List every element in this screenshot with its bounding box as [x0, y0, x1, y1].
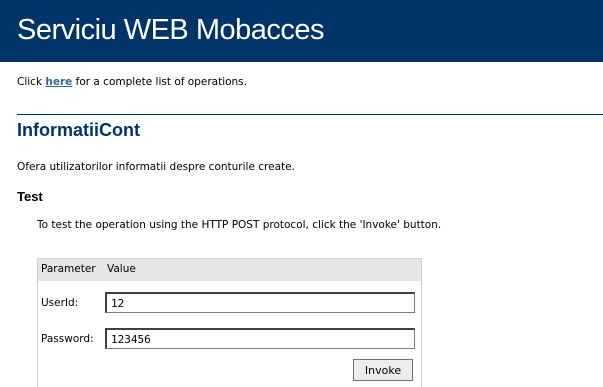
userid-label: UserId:: [41, 297, 79, 309]
intro-prefix: Click: [17, 76, 43, 88]
page-title: Serviciu WEB Mobacces: [17, 14, 325, 46]
test-heading: Test: [17, 189, 43, 204]
operation-title: InformatiiCont: [17, 120, 140, 140]
test-instructions: To test the operation using the HTTP POS…: [37, 219, 442, 231]
password-input[interactable]: [105, 328, 415, 349]
invoke-form: Parameter Value UserId: Password: Invoke: [37, 258, 422, 387]
section-divider: [17, 114, 603, 115]
intro-suffix: for a complete list of operations.: [75, 76, 247, 88]
intro-text: Click here for a complete list of operat…: [17, 76, 247, 88]
userid-input[interactable]: [105, 292, 415, 313]
invoke-button[interactable]: Invoke: [353, 359, 413, 381]
page-header: Serviciu WEB Mobacces: [0, 0, 603, 62]
operations-list-link[interactable]: here: [45, 76, 72, 88]
operation-description: Ofera utilizatorilor informatii despre c…: [17, 161, 295, 173]
password-label: Password:: [41, 333, 94, 345]
parameter-column-header: Parameter: [41, 263, 96, 275]
value-column-header: Value: [107, 263, 136, 275]
form-header-row: Parameter Value: [38, 259, 421, 281]
